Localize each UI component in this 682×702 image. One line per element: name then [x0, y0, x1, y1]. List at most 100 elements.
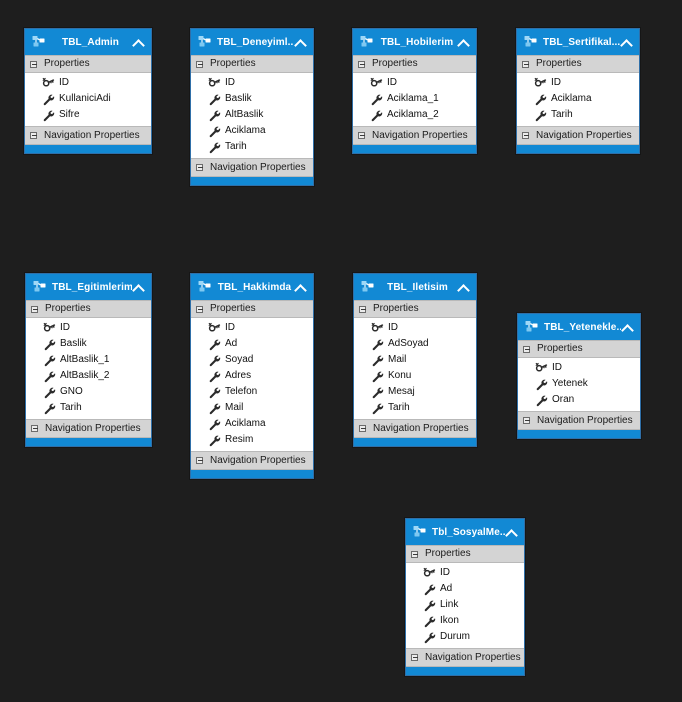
entity-header[interactable]: TBL_Deneyiml... — [191, 29, 313, 55]
property-row[interactable]: Tarih — [354, 400, 476, 416]
property-row[interactable]: Telefon — [191, 384, 313, 400]
navigation-properties-section-header[interactable]: Navigation Properties — [25, 126, 151, 144]
navigation-properties-section-header[interactable]: Navigation Properties — [354, 419, 476, 437]
collapse-minus-icon[interactable] — [522, 60, 531, 69]
property-row[interactable]: Mail — [354, 352, 476, 368]
collapse-minus-icon[interactable] — [31, 305, 40, 314]
entity-card[interactable]: TBL_Egitimlerim Properties ID Baslik AltBasl… — [25, 273, 152, 447]
entity-card[interactable]: Tbl_SosyalMe... Properties ID Ad Link Ikon Dur… — [405, 518, 525, 676]
property-row[interactable]: AltBaslik — [191, 107, 313, 123]
property-row[interactable]: Baslik — [26, 336, 151, 352]
entity-header[interactable]: TBL_Iletisim — [354, 274, 476, 300]
property-row[interactable]: Ad — [406, 581, 524, 597]
property-row[interactable]: ID — [25, 75, 151, 91]
property-row[interactable]: Aciklama — [517, 91, 639, 107]
collapse-minus-icon[interactable] — [359, 305, 368, 314]
property-row[interactable]: Durum — [406, 629, 524, 645]
entity-card[interactable]: TBL_Yetenekle... Properties ID Yetenek Oran N… — [517, 313, 641, 439]
entity-card[interactable]: TBL_Iletisim Properties ID AdSoyad Mail Konu M… — [353, 273, 477, 447]
property-row[interactable]: Yetenek — [518, 376, 640, 392]
collapse-minus-icon[interactable] — [31, 424, 40, 433]
entity-card[interactable]: TBL_Hobilerim Properties ID Aciklama_1 Acikl… — [352, 28, 477, 154]
collapse-minus-icon[interactable] — [358, 131, 367, 140]
property-row[interactable]: ID — [191, 75, 313, 91]
property-row[interactable]: Tarih — [517, 107, 639, 123]
property-row[interactable]: Resim — [191, 432, 313, 448]
property-row[interactable]: Sifre — [25, 107, 151, 123]
chevron-up-icon[interactable] — [294, 280, 308, 294]
collapse-minus-icon[interactable] — [30, 131, 39, 140]
entity-header[interactable]: TBL_Yetenekle... — [518, 314, 640, 340]
properties-section-header[interactable]: Properties — [191, 55, 313, 73]
properties-section-header[interactable]: Properties — [191, 300, 313, 318]
navigation-properties-section-header[interactable]: Navigation Properties — [517, 126, 639, 144]
chevron-up-icon[interactable] — [457, 280, 471, 294]
entity-card[interactable]: TBL_Sertifikal... Properties ID Aciklama Tar… — [516, 28, 640, 154]
collapse-minus-icon[interactable] — [196, 305, 205, 314]
properties-section-header[interactable]: Properties — [518, 340, 640, 358]
property-row[interactable]: Soyad — [191, 352, 313, 368]
collapse-minus-icon[interactable] — [196, 456, 205, 465]
navigation-properties-section-header[interactable]: Navigation Properties — [26, 419, 151, 437]
property-row[interactable]: ID — [406, 565, 524, 581]
collapse-minus-icon[interactable] — [411, 653, 420, 662]
collapse-minus-icon[interactable] — [196, 60, 205, 69]
property-row[interactable]: Tarih — [191, 139, 313, 155]
entity-header[interactable]: TBL_Hakkimda — [191, 274, 313, 300]
chevron-up-icon[interactable] — [132, 35, 146, 49]
property-row[interactable]: ID — [353, 75, 476, 91]
property-row[interactable]: Baslik — [191, 91, 313, 107]
property-row[interactable]: ID — [517, 75, 639, 91]
property-row[interactable]: Adres — [191, 368, 313, 384]
chevron-up-icon[interactable] — [620, 35, 634, 49]
property-row[interactable]: GNO — [26, 384, 151, 400]
collapse-minus-icon[interactable] — [359, 424, 368, 433]
navigation-properties-section-header[interactable]: Navigation Properties — [518, 411, 640, 429]
property-row[interactable]: AltBaslik_2 — [26, 368, 151, 384]
entity-header[interactable]: TBL_Egitimlerim — [26, 274, 151, 300]
collapse-minus-icon[interactable] — [411, 550, 420, 559]
entity-header[interactable]: TBL_Admin — [25, 29, 151, 55]
entity-header[interactable]: TBL_Hobilerim — [353, 29, 476, 55]
properties-section-header[interactable]: Properties — [353, 55, 476, 73]
property-row[interactable]: Mesaj — [354, 384, 476, 400]
collapse-minus-icon[interactable] — [523, 345, 532, 354]
property-row[interactable]: Aciklama — [191, 123, 313, 139]
collapse-minus-icon[interactable] — [358, 60, 367, 69]
entity-card[interactable]: TBL_Deneyiml... Properties ID Baslik AltBasl… — [190, 28, 314, 186]
entity-card[interactable]: TBL_Admin Properties ID KullaniciAdi Sifre Na… — [24, 28, 152, 154]
chevron-up-icon[interactable] — [621, 320, 635, 334]
chevron-up-icon[interactable] — [505, 525, 519, 539]
property-row[interactable]: Ad — [191, 336, 313, 352]
navigation-properties-section-header[interactable]: Navigation Properties — [406, 648, 524, 666]
properties-section-header[interactable]: Properties — [26, 300, 151, 318]
collapse-minus-icon[interactable] — [522, 131, 531, 140]
properties-section-header[interactable]: Properties — [406, 545, 524, 563]
navigation-properties-section-header[interactable]: Navigation Properties — [191, 158, 313, 176]
property-row[interactable]: Tarih — [26, 400, 151, 416]
navigation-properties-section-header[interactable]: Navigation Properties — [353, 126, 476, 144]
chevron-up-icon[interactable] — [457, 35, 471, 49]
property-row[interactable]: Aciklama_1 — [353, 91, 476, 107]
collapse-minus-icon[interactable] — [30, 60, 39, 69]
property-row[interactable]: KullaniciAdi — [25, 91, 151, 107]
entity-header[interactable]: Tbl_SosyalMe... — [406, 519, 524, 545]
property-row[interactable]: Konu — [354, 368, 476, 384]
collapse-minus-icon[interactable] — [196, 163, 205, 172]
property-row[interactable]: Mail — [191, 400, 313, 416]
entity-card[interactable]: TBL_Hakkimda Properties ID Ad Soyad Adres Tele… — [190, 273, 314, 479]
chevron-up-icon[interactable] — [294, 35, 308, 49]
property-row[interactable]: ID — [354, 320, 476, 336]
property-row[interactable]: ID — [518, 360, 640, 376]
properties-section-header[interactable]: Properties — [517, 55, 639, 73]
collapse-minus-icon[interactable] — [523, 416, 532, 425]
entity-header[interactable]: TBL_Sertifikal... — [517, 29, 639, 55]
properties-section-header[interactable]: Properties — [25, 55, 151, 73]
property-row[interactable]: Link — [406, 597, 524, 613]
property-row[interactable]: AltBaslik_1 — [26, 352, 151, 368]
property-row[interactable]: AdSoyad — [354, 336, 476, 352]
property-row[interactable]: Aciklama — [191, 416, 313, 432]
property-row[interactable]: ID — [191, 320, 313, 336]
navigation-properties-section-header[interactable]: Navigation Properties — [191, 451, 313, 469]
property-row[interactable]: Aciklama_2 — [353, 107, 476, 123]
